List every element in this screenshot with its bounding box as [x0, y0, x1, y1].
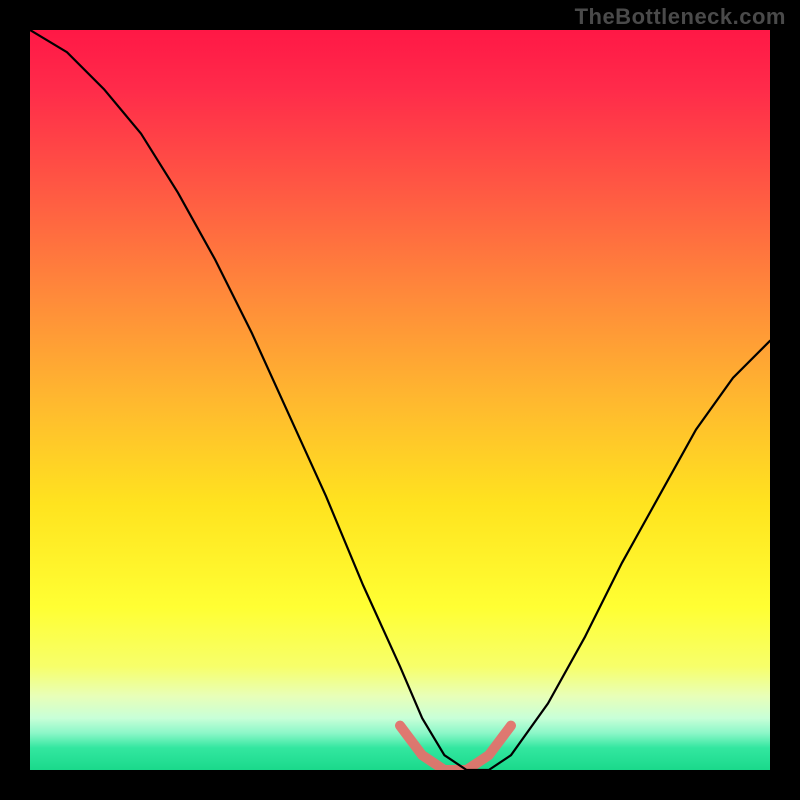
- chart-frame: TheBottleneck.com: [0, 0, 800, 800]
- bottleneck-curve: [30, 30, 770, 770]
- chart-svg: [30, 30, 770, 770]
- plot-area: [30, 30, 770, 770]
- watermark-text: TheBottleneck.com: [575, 4, 786, 30]
